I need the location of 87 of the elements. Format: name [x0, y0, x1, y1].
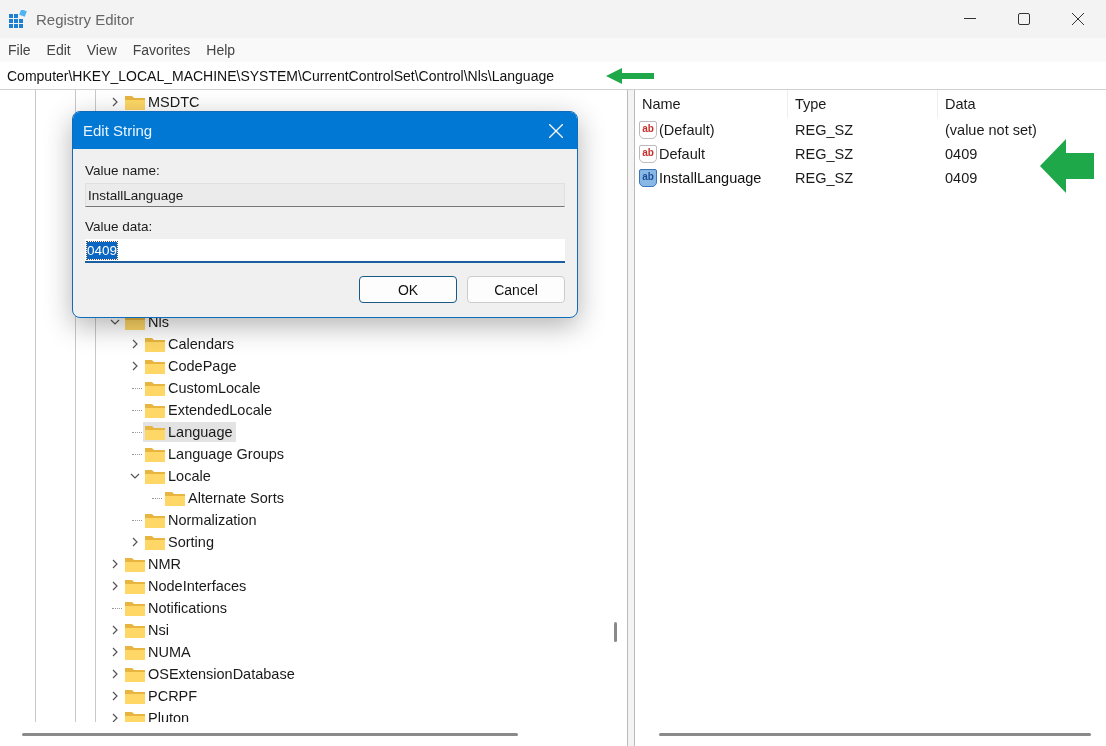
chevron-icon[interactable] [130, 471, 140, 481]
folder-icon [125, 710, 145, 722]
folder-icon [125, 578, 145, 594]
cancel-button[interactable]: Cancel [467, 276, 565, 303]
value-name[interactable]: ab Default [635, 145, 788, 163]
menu-item[interactable]: File [8, 42, 47, 58]
chevron-icon[interactable] [110, 581, 120, 591]
folder-icon [125, 94, 145, 110]
table-cell-text: (value not set) [944, 122, 1038, 138]
tree-item[interactable]: CustomLocale [143, 378, 264, 398]
folder-icon [125, 666, 145, 682]
tree-item[interactable]: NodeInterfaces [123, 576, 250, 596]
column-header[interactable]: Type [788, 90, 938, 118]
string-value-icon: ab [639, 169, 657, 187]
column-header[interactable]: Name [635, 90, 788, 118]
app-icon [9, 9, 28, 29]
close-icon[interactable] [1072, 13, 1084, 25]
tree-item[interactable]: Locale [143, 466, 214, 486]
arrow-icon [606, 68, 654, 84]
field-label: Value name: [85, 161, 161, 180]
tree-item[interactable]: Language [143, 422, 236, 442]
tree-item[interactable]: OSExtensionDatabase [123, 664, 298, 684]
chevron-icon[interactable] [110, 691, 120, 701]
table-cell-text: 0409 [944, 170, 979, 186]
menu-item[interactable]: Edit [46, 42, 87, 58]
table-cell-text: REG_SZ [794, 122, 854, 138]
tree-item[interactable]: MSDTC [123, 92, 203, 112]
chevron-icon[interactable] [110, 647, 120, 657]
folder-icon [125, 688, 145, 704]
tree-item[interactable]: Notifications [123, 598, 230, 618]
folder-icon [125, 622, 145, 638]
folder-icon [145, 534, 165, 550]
chevron-icon[interactable] [110, 713, 120, 722]
folder-icon [125, 556, 145, 572]
string-value-icon: ab [639, 145, 657, 163]
ok-button[interactable]: OK [359, 276, 457, 303]
maximize-icon[interactable] [1018, 13, 1030, 25]
tree-item[interactable]: Calendars [143, 334, 238, 354]
tree-item[interactable]: CodePage [143, 356, 240, 376]
tree-item[interactable]: NMR [123, 554, 185, 574]
field-label: Value data: [85, 217, 154, 236]
folder-icon [145, 336, 165, 352]
tree-item[interactable]: ExtendedLocale [143, 400, 275, 420]
string-value-icon: ab [639, 121, 657, 139]
folder-icon [125, 600, 145, 616]
menu-item[interactable]: Help [206, 42, 252, 58]
folder-icon [125, 644, 145, 660]
input-field[interactable]: InstallLanguage [85, 183, 565, 207]
chevron-icon[interactable] [130, 537, 140, 547]
tree-item[interactable]: Sorting [143, 532, 217, 552]
scrollbar-thumb[interactable] [659, 732, 1091, 736]
folder-icon [145, 358, 165, 374]
chevron-icon[interactable] [110, 669, 120, 679]
tree-item[interactable]: Nsi [123, 620, 172, 640]
chevron-icon[interactable] [110, 97, 120, 107]
folder-icon [145, 402, 165, 418]
folder-icon [145, 446, 165, 462]
chevron-icon[interactable] [110, 559, 120, 569]
chevron-icon[interactable] [110, 625, 120, 635]
scrollbar-thumb[interactable] [614, 622, 617, 642]
input-field[interactable]: 0409 [85, 239, 565, 263]
folder-icon [145, 424, 165, 440]
table-cell-text: REG_SZ [794, 170, 854, 186]
table-cell-text: 0409 [944, 146, 979, 162]
tree-item[interactable]: Language Groups [143, 444, 288, 464]
column-header[interactable]: Data [938, 90, 1106, 118]
menu-item[interactable]: Favorites [132, 42, 207, 58]
tree-item[interactable]: NUMA [123, 642, 194, 662]
value-name[interactable]: ab (Default) [635, 121, 788, 139]
folder-icon [145, 380, 165, 396]
menu-item[interactable]: View [86, 42, 133, 58]
table-cell-text: REG_SZ [794, 146, 854, 162]
chevron-icon[interactable] [130, 339, 140, 349]
minimize-icon[interactable] [964, 18, 976, 20]
tree-item[interactable]: Normalization [143, 510, 260, 530]
scrollbar-thumb[interactable] [22, 732, 518, 736]
tree-item[interactable]: Alternate Sorts [163, 488, 287, 508]
folder-icon [145, 512, 165, 528]
folder-icon [145, 468, 165, 484]
folder-icon [165, 490, 185, 506]
tree-item[interactable]: PCRPF [123, 686, 201, 706]
dialog-title: Edit String [83, 122, 153, 139]
chevron-icon[interactable] [130, 361, 140, 371]
chevron-icon[interactable] [110, 317, 120, 327]
window-title: Registry Editor [36, 10, 135, 28]
value-name[interactable]: ab InstallLanguage [635, 169, 788, 187]
arrow-icon [1040, 139, 1094, 193]
